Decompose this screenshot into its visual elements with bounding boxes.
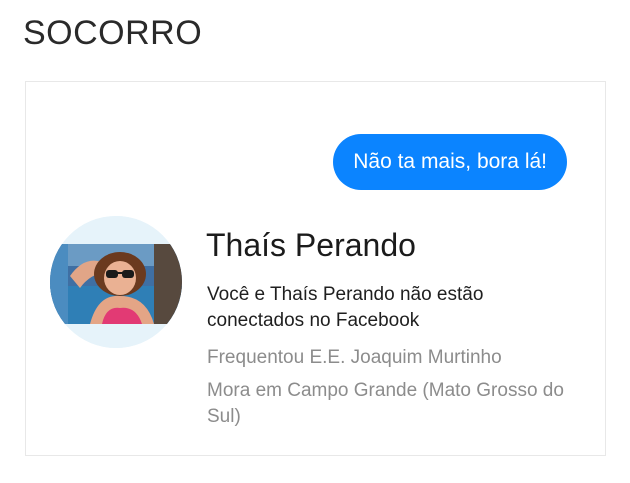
connection-status-text: Você e Thaís Perando não estão conectado… [207,284,484,331]
profile-name[interactable]: Thaís Perando [206,227,416,264]
avatar-photo [50,216,182,348]
page: SOCORRO Não ta mais, bora lá! Thaís Pera… [0,0,630,483]
messenger-screenshot: Não ta mais, bora lá! Thaís Perando Você… [25,81,606,456]
sent-message-bubble[interactable]: Não ta mais, bora lá! [333,134,567,190]
profile-avatar[interactable] [50,216,182,348]
profile-location-info: Mora em Campo Grande (Mato Grosso do Sul… [207,380,564,427]
profile-school-info: Frequentou E.E. Joaquim Murtinho [207,347,502,368]
post-caption: SOCORRO [23,14,203,52]
